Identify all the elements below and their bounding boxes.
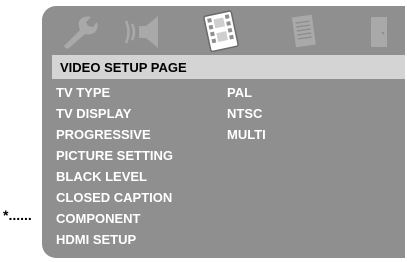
speaker-icon[interactable]: [124, 14, 166, 50]
menu-item-hdmi-setup[interactable]: HDMI SETUP: [56, 232, 136, 248]
door-icon[interactable]: [367, 14, 391, 50]
setup-menu-panel: VIDEO SETUP PAGE TV TYPE TV DISPLAY PROG…: [42, 6, 405, 258]
menu-item-progressive[interactable]: PROGRESSIVE: [56, 127, 151, 143]
wrench-icon[interactable]: [60, 14, 100, 50]
document-icon[interactable]: [289, 14, 319, 50]
menu-item-picture-setting[interactable]: PICTURE SETTING: [56, 148, 173, 164]
menu-item-black-level[interactable]: BLACK LEVEL: [56, 169, 147, 185]
option-ntsc[interactable]: NTSC: [227, 106, 262, 122]
option-pal[interactable]: PAL: [227, 85, 252, 101]
menu-item-component[interactable]: COMPONENT: [56, 211, 141, 227]
icon-tab-bar: [42, 6, 405, 54]
annotation-marker: *......: [3, 207, 32, 223]
film-icon[interactable]: [199, 10, 245, 52]
page-title: VIDEO SETUP PAGE: [60, 60, 187, 75]
osd-screen: *...... VIDEO SETUP PAGE TV TYPE TV DISP…: [0, 0, 407, 262]
option-multi[interactable]: MULTI: [227, 127, 266, 143]
menu-item-tv-type[interactable]: TV TYPE: [56, 85, 110, 101]
page-title-bar: VIDEO SETUP PAGE: [52, 55, 405, 79]
menu-item-tv-display[interactable]: TV DISPLAY: [56, 106, 131, 122]
menu-item-closed-caption[interactable]: CLOSED CAPTION: [56, 190, 172, 206]
